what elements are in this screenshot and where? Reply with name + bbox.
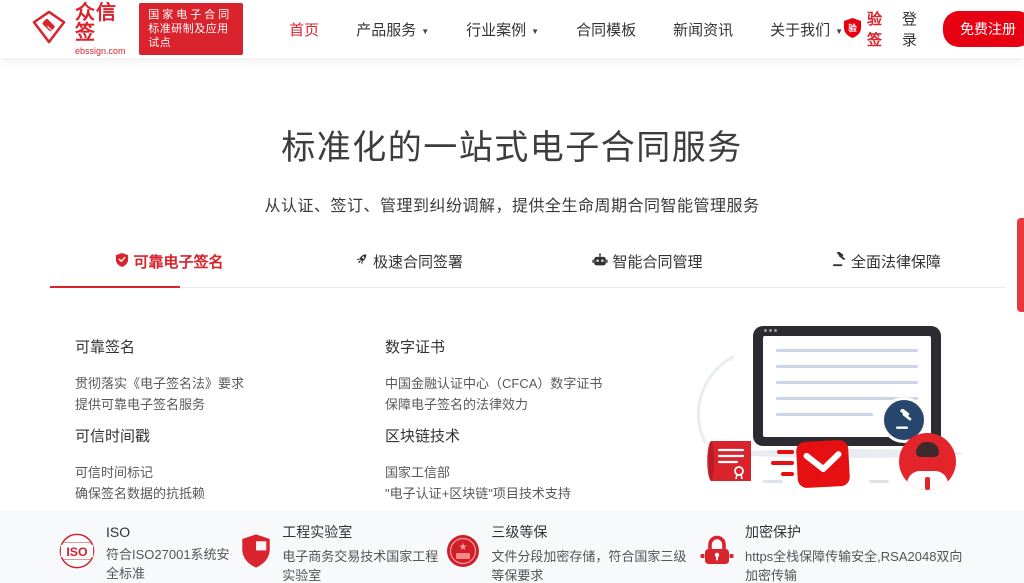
national-pilot-badge: 国家电子合同 标准研制及应用试点 [139,3,243,56]
feature-list: 可靠签名 贯彻落实《电子签名法》要求 提供可靠电子签名服务 数字证书 中国金融认… [75,336,687,504]
feature-line: 确保签名数据的抗抵赖 [75,483,385,504]
nav-item-about[interactable]: 关于我们▼ [770,19,843,40]
nav-item-cases[interactable]: 行业案例▼ [466,19,539,40]
svg-text:★: ★ [459,542,468,553]
tab-label: 极速合同签署 [373,251,463,272]
register-button[interactable]: 免费注册 [943,11,1024,47]
feature-line: 提供可靠电子签名服务 [75,394,385,415]
assurance-title: 加密保护 [745,522,972,542]
nav-item-templates[interactable]: 合同模板 [576,19,636,40]
feature-trusted-timestamp: 可信时间戳 可信时间标记 确保签名数据的抗抵赖 [75,425,385,504]
tab-reliable-esignature[interactable]: 可靠电子签名 [50,251,289,287]
speed-line [771,461,794,465]
feature-title: 数字证书 [385,336,687,357]
feature-line: 可信时间标记 [75,462,385,483]
assurance-title: ISO [106,524,240,540]
assurance-bar: ISO ISO 符合ISO27001系统安全标准 工程实验室 电子商务交易技术国… [0,510,1024,583]
chevron-down-icon: ▼ [421,27,429,36]
feature-line: 贯彻落实《电子签名法》要求 [75,373,385,394]
chevron-down-icon: ▼ [531,27,539,36]
feature-reliable-signature: 可靠签名 贯彻落实《电子签名法》要求 提供可靠电子签名服务 [75,336,385,415]
connector-dash [869,480,889,483]
nav-item-home[interactable]: 首页 [289,19,319,40]
main-nav: 首页 产品服务▼ 行业案例▼ 合同模板 新闻资讯 关于我们▼ [289,19,843,40]
tab-fast-signing[interactable]: 极速合同签署 [289,251,528,287]
feature-line: 国家工信部 [385,462,687,483]
verify-shield-icon: 验 [843,17,862,42]
chevron-down-icon: ▼ [835,27,843,36]
robot-icon [592,253,608,271]
nav-item-news[interactable]: 新闻资讯 [673,19,733,40]
assurance-desc: 电子商务交易技术国家工程实验室 [282,546,445,583]
brand-domain: ebssign.com [75,46,127,56]
brand-text: 众信签 ebssign.com [75,3,127,56]
feature-tabs: 可靠电子签名 极速合同签署 [50,251,1006,288]
iso-badge-icon: ISO [58,532,96,575]
feature-line: 中国金融认证中心（CFCA）数字证书 [385,373,687,394]
contract-illustration [701,322,979,504]
assurance-desc: 符合ISO27001系统安全标准 [106,544,240,582]
feature-blockchain: 区块链技术 国家工信部 "电子认证+区块链"项目技术支持 [385,425,687,504]
login-link[interactable]: 登录 [902,8,923,50]
header: 众信签 ebssign.com 国家电子合同 标准研制及应用试点 首页 产品服务… [0,0,1024,58]
national-emblem-icon: ★ [445,533,481,574]
verify-signature-link[interactable]: 验 验签 [843,8,882,50]
brand-diamond-handshake-icon [30,8,68,51]
verify-label: 验签 [867,8,882,50]
active-tab-indicator [50,286,180,288]
rocket-icon [354,252,369,271]
assurance-title: 工程实验室 [282,522,445,542]
header-actions: 验 验签 登录 免费注册 [843,8,1024,50]
certificate-icon [703,438,755,489]
brand-name: 众信签 [75,3,127,43]
assurance-desc: 文件分段加密存储，符合国家三级等保要求 [491,546,699,583]
assurance-encryption: 加密保护 https全栈保障传输安全,RSA2048双向加密传输 [699,523,972,583]
badge-line1: 国家电子合同 [148,8,234,22]
tab-legal-protection[interactable]: 全面法律保障 [767,251,1006,287]
page-title: 标准化的一站式电子合同服务 [0,120,1024,169]
feature-digital-certificate: 数字证书 中国金融认证中心（CFCA）数字证书 保障电子签名的法律效力 [385,336,687,415]
assurance-security-level: ★ 三级等保 文件分段加密存储，符合国家三级等保要求 [445,523,699,583]
speed-line [777,450,794,454]
logo[interactable]: 众信签 ebssign.com 国家电子合同 标准研制及应用试点 [30,3,243,56]
shield-check-icon [115,252,129,271]
shield-icon [240,533,272,574]
connector-dash [763,480,783,483]
page-subtitle: 从认证、签订、管理到纠纷调解，提供全生命周期合同智能管理服务 [0,192,1024,216]
hero-section: 标准化的一站式电子合同服务 从认证、签订、管理到纠纷调解，提供全生命周期合同智能… [0,120,1024,216]
tab-label: 可靠电子签名 [133,251,223,272]
assurance-desc: https全栈保障传输安全,RSA2048双向加密传输 [745,546,972,583]
feature-title: 区块链技术 [385,425,687,446]
feature-line: "电子认证+区块链"项目技术支持 [385,483,687,504]
feature-title: 可靠签名 [75,336,385,357]
speed-line [781,472,794,476]
envelope-icon [796,440,850,489]
tab-label: 智能合同管理 [612,251,702,272]
gavel-icon [832,252,847,271]
nav-item-products[interactable]: 产品服务▼ [356,19,429,40]
person-avatar [899,433,956,490]
assurance-lab: 工程实验室 电子商务交易技术国家工程实验室 [240,523,445,583]
tablet-screen-document [763,336,931,437]
badge-line2: 标准研制及应用试点 [148,22,234,51]
tab-content: 可靠签名 贯彻落实《电子签名法》要求 提供可靠电子签名服务 数字证书 中国金融认… [0,336,1024,504]
assurance-title: 三级等保 [491,522,699,542]
feature-line: 保障电子签名的法律效力 [385,394,687,415]
tablet-camera-dots [764,329,767,332]
feature-title: 可信时间戳 [75,425,385,446]
svg-text:验: 验 [848,21,857,32]
tab-label: 全面法律保障 [851,251,941,272]
tablet-illustration [753,326,941,446]
floating-side-widget[interactable] [1017,218,1024,312]
lock-icon [699,535,735,572]
tab-smart-management[interactable]: 智能合同管理 [528,251,767,287]
svg-text:ISO: ISO [66,544,88,558]
assurance-iso: ISO ISO 符合ISO27001系统安全标准 [58,523,240,583]
